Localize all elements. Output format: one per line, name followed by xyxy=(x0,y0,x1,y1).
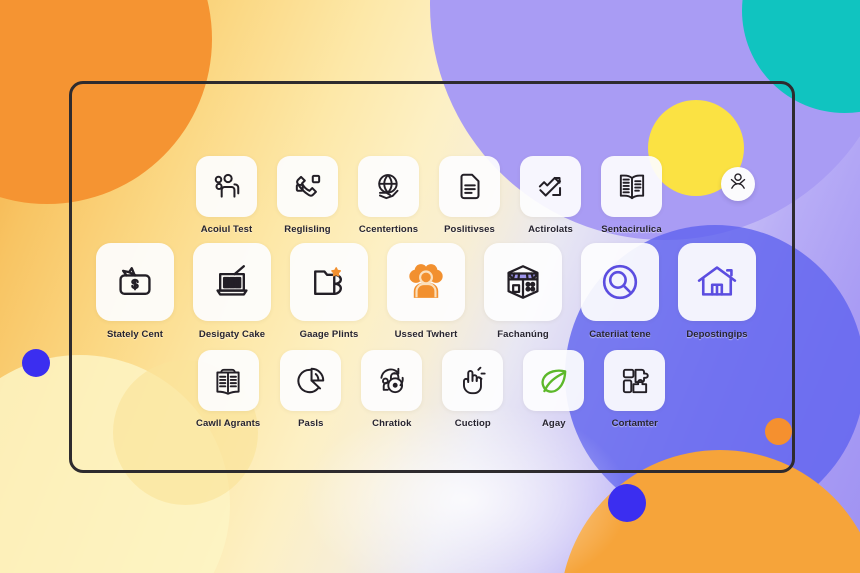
grid-item-desigaty-cake[interactable]: Desigaty Cake xyxy=(193,243,271,340)
tile-surface[interactable] xyxy=(520,156,581,217)
grid-item-label: Agay xyxy=(541,418,566,429)
person-flower-icon xyxy=(403,259,449,305)
tile-surface[interactable] xyxy=(387,243,465,321)
bar-chart-box-icon xyxy=(211,261,253,303)
house-icon xyxy=(695,260,739,304)
icon-row-3: Cawll Agrants Pasls Chratiok Cuctiop Aga… xyxy=(196,350,666,429)
grid-item-label: Cuctiop xyxy=(454,418,491,429)
magnifier-circle-icon xyxy=(598,260,642,304)
grid-item-acoiul-test[interactable]: Acoiul Test xyxy=(196,156,257,235)
grid-item-cawll-agrants[interactable]: Cawll Agrants xyxy=(196,350,260,429)
tile-surface[interactable] xyxy=(280,350,342,411)
document-lines-icon xyxy=(453,170,487,204)
grid-item-pasls[interactable]: Pasls xyxy=(280,350,342,429)
illustration-canvas: Acoiul Test Reglisling Ccentertions Posl… xyxy=(0,0,860,573)
grid-item-chratiok[interactable]: Chratiok xyxy=(361,350,423,429)
globe-hand-icon xyxy=(372,170,406,204)
puzzle-blocks-icon xyxy=(618,364,652,398)
icon-grid: Acoiul Test Reglisling Ccentertions Posl… xyxy=(0,0,860,573)
grid-item-label: Cateriiat tene xyxy=(589,329,651,340)
grid-item-cateriiat-tene[interactable]: Cateriiat tene xyxy=(581,243,659,340)
clipboard-report-icon xyxy=(211,364,245,398)
money-tag-icon xyxy=(114,261,156,303)
grid-item-ussed-twhert[interactable]: Ussed Twhert xyxy=(387,243,465,340)
lock-refresh-icon xyxy=(375,364,409,398)
grid-item-label: Sentacirulica xyxy=(601,224,662,235)
grid-item-label: Desigaty Cake xyxy=(198,329,266,340)
grid-item-label: Fachanúng xyxy=(497,329,549,340)
tile-surface[interactable] xyxy=(361,350,423,411)
folder-star-icon xyxy=(308,261,350,303)
grid-item-label: Gaage Plints xyxy=(299,329,359,340)
grid-item-fachanung[interactable]: Fachanúng xyxy=(484,243,562,340)
tile-surface[interactable] xyxy=(197,350,259,411)
grid-item-label: Cortamter xyxy=(611,418,658,429)
icon-row-1: Acoiul Test Reglisling Ccentertions Posl… xyxy=(196,156,662,235)
grid-item-actirolats[interactable]: Actirolats xyxy=(520,156,581,235)
tile-surface[interactable] xyxy=(196,156,257,217)
tile-surface[interactable] xyxy=(484,243,562,321)
tile-surface[interactable] xyxy=(601,156,662,217)
grid-item-stately-cent[interactable]: Stately Cent xyxy=(96,243,174,340)
tile-surface[interactable] xyxy=(581,243,659,321)
grid-item-label: Pasls xyxy=(298,418,324,429)
users-group-icon xyxy=(210,170,244,204)
grid-item-label: Ussed Twhert xyxy=(394,329,458,340)
tile-surface[interactable] xyxy=(277,156,338,217)
grid-item-label: Cawll Agrants xyxy=(196,418,261,429)
tile-surface[interactable] xyxy=(523,350,585,411)
grid-item-agay[interactable]: Agay xyxy=(523,350,585,429)
grid-item-label: Poslitivses xyxy=(444,224,495,235)
leaf-icon xyxy=(537,364,571,398)
tile-surface[interactable] xyxy=(439,156,500,217)
grid-item-label: Stately Cent xyxy=(106,329,164,340)
tile-surface[interactable] xyxy=(290,243,368,321)
pie-chart-icon xyxy=(294,364,328,398)
grid-item-label: Ccentertions xyxy=(358,224,419,235)
grid-item-label: Reglisling xyxy=(284,224,331,235)
hand-tap-icon xyxy=(456,364,490,398)
grid-item-gaage-plints[interactable]: Gaage Plints xyxy=(290,243,368,340)
floating-badge[interactable] xyxy=(721,167,755,201)
icon-row-2: Stately Cent Desigaty Cake Gaage Plints … xyxy=(96,243,756,340)
grid-item-label: Chratiok xyxy=(372,418,412,429)
phone-call-icon xyxy=(291,170,325,204)
storefront-icon xyxy=(502,261,544,303)
open-book-icon xyxy=(615,170,649,204)
grid-item-reglisling[interactable]: Reglisling xyxy=(277,156,338,235)
grid-item-label: Depostingips xyxy=(686,329,748,340)
grid-item-cortamter[interactable]: Cortamter xyxy=(604,350,666,429)
tile-surface[interactable] xyxy=(358,156,419,217)
grid-item-label: Actirolats xyxy=(528,224,573,235)
grid-item-label: Acoiul Test xyxy=(200,224,253,235)
tile-surface[interactable] xyxy=(678,243,756,321)
person-ribbon-badge-icon xyxy=(727,171,749,198)
tile-surface[interactable] xyxy=(604,350,666,411)
grid-item-ccentertions[interactable]: Ccentertions xyxy=(358,156,419,235)
check-arrow-icon xyxy=(534,170,568,204)
grid-item-depostingips[interactable]: Depostingips xyxy=(678,243,756,340)
tile-surface[interactable] xyxy=(442,350,504,411)
tile-surface[interactable] xyxy=(193,243,271,321)
grid-item-cuctiop[interactable]: Cuctiop xyxy=(442,350,504,429)
grid-item-sentacirulica[interactable]: Sentacirulica xyxy=(601,156,662,235)
tile-surface[interactable] xyxy=(96,243,174,321)
grid-item-poslitivses[interactable]: Poslitivses xyxy=(439,156,500,235)
